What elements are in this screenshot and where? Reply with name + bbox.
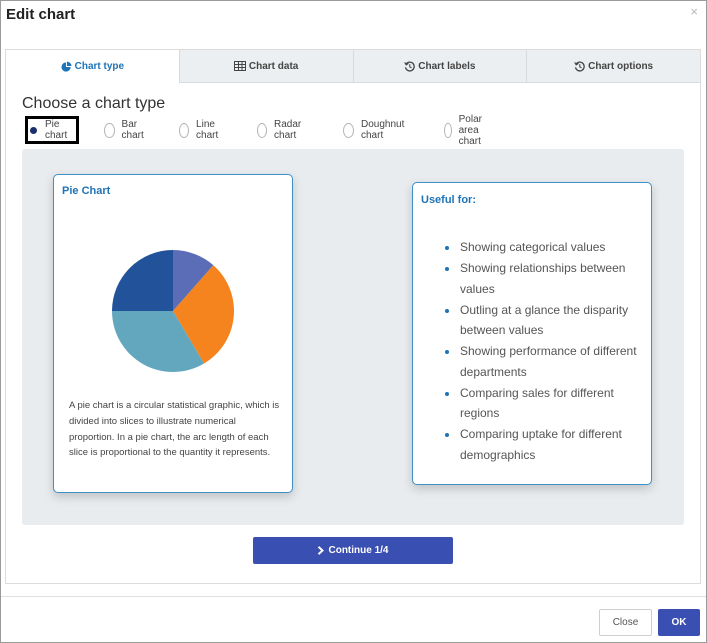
tab-bar: Chart type Chart data Chart labels Chart… (6, 50, 700, 83)
radio-bar-chart[interactable]: Bar chart (104, 119, 148, 141)
preview-area: Pie Chart A pie chart is a circular stat… (22, 149, 684, 525)
list-item: Comparing sales for different regions (443, 383, 643, 424)
tab-label: Chart labels (418, 60, 476, 72)
preview-description: A pie chart is a circular statistical gr… (69, 400, 280, 459)
chart-preview-card: Pie Chart A pie chart is a circular stat… (53, 174, 293, 493)
tab-label: Chart data (248, 60, 299, 72)
useful-for-title: Useful for: (421, 194, 476, 206)
list-item: Comparing uptake for different demograph… (443, 424, 643, 465)
radio-label: Pie chart (44, 119, 68, 141)
close-icon[interactable]: × (690, 4, 698, 19)
radio-button[interactable] (444, 122, 452, 138)
useful-for-card: Useful for: Showing categorical values S… (412, 182, 652, 485)
radio-label: Bar chart (121, 119, 144, 141)
radio-label: Doughnut chart (361, 119, 405, 141)
edit-chart-dialog: Edit chart × Chart type Chart data Chart… (0, 0, 707, 643)
continue-label: Continue 1/4 (328, 545, 389, 556)
radio-button[interactable] (104, 122, 115, 138)
tab-chart-labels[interactable]: Chart labels (352, 50, 527, 83)
radio-polar-area-chart[interactable]: Polar area chart (444, 114, 489, 147)
radio-label: Line chart (196, 119, 219, 141)
continue-button[interactable]: Continue 1/4 (253, 537, 453, 564)
ok-button[interactable]: OK (658, 609, 700, 636)
radio-label: Polar area chart (458, 113, 482, 147)
radio-button[interactable] (257, 122, 268, 138)
pie-slice-4 (112, 250, 173, 311)
pie-chart-preview (112, 250, 234, 372)
dialog-title: Edit chart (6, 6, 76, 23)
table-icon (233, 61, 246, 71)
history-icon (574, 61, 585, 72)
close-button[interactable]: Close (599, 609, 652, 636)
list-item: Showing relationships between values (443, 258, 643, 299)
pie-icon (61, 60, 72, 72)
footer-divider (1, 596, 706, 597)
list-item: Showing categorical values (443, 237, 643, 258)
radio-line-chart[interactable]: Line chart (179, 119, 223, 141)
dialog-panel: Chart type Chart data Chart labels Chart… (5, 49, 701, 584)
list-item: Outling at a glance the disparity betwee… (443, 300, 643, 341)
tab-label: Chart options (588, 60, 654, 72)
list-item: Showing performance of different departm… (443, 341, 643, 382)
radio-button[interactable] (343, 122, 354, 138)
radio-button-checked[interactable] (30, 122, 38, 138)
tab-label: Chart type (74, 60, 125, 72)
radio-doughnut-chart[interactable]: Doughnut chart (343, 119, 408, 141)
choose-chart-type-heading: Choose a chart type (22, 95, 166, 112)
radio-radar-chart[interactable]: Radar chart (257, 119, 306, 141)
useful-for-list: Showing categorical values Showing relat… (443, 237, 643, 466)
tab-chart-type[interactable]: Chart type (6, 50, 179, 83)
chevron-right-icon (317, 546, 325, 555)
history-icon (404, 61, 415, 72)
preview-title: Pie Chart (62, 185, 111, 197)
radio-pie-chart[interactable]: Pie chart (24, 116, 80, 144)
tab-chart-options[interactable]: Chart options (526, 50, 700, 83)
radio-button[interactable] (179, 122, 190, 138)
tab-chart-data[interactable]: Chart data (178, 50, 353, 83)
radio-label: Radar chart (274, 119, 302, 141)
